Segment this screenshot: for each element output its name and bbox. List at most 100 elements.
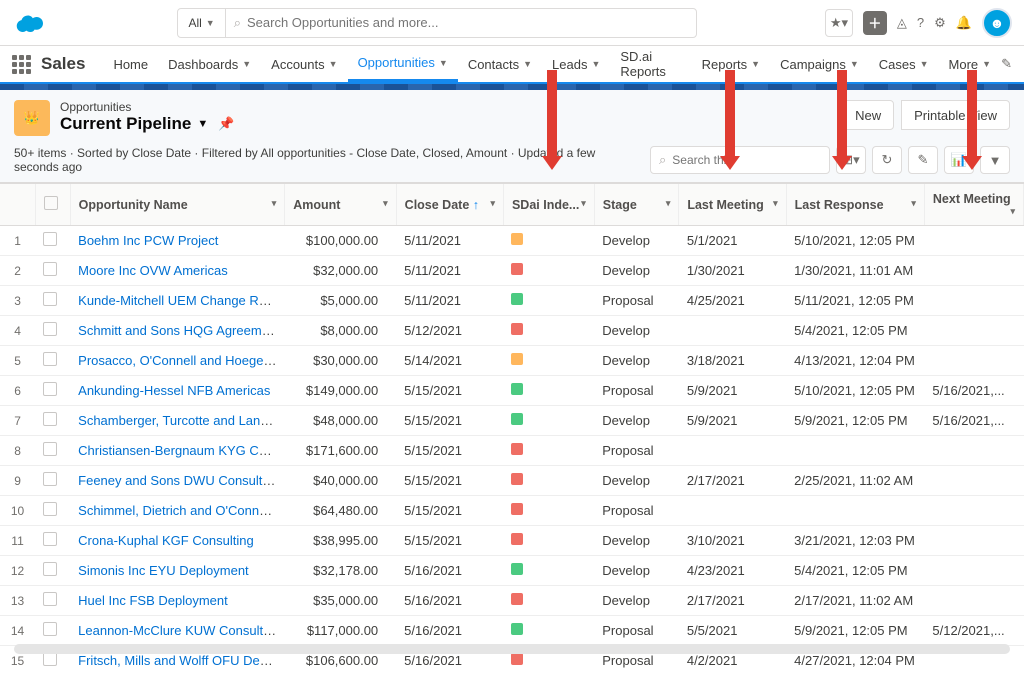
setup-gear-icon[interactable]: ⚙ (934, 15, 946, 31)
guidance-icon[interactable]: ◬ (897, 15, 907, 31)
cell-amount: $30,000.00 (285, 346, 396, 376)
cell-opportunity-name[interactable]: Huel Inc FSB Deployment (70, 586, 285, 616)
cell-opportunity-name[interactable]: Moore Inc OVW Americas (70, 256, 285, 286)
nav-item-more[interactable]: More▼ (939, 46, 1002, 82)
row-number: 7 (0, 406, 35, 436)
cell-last-meeting (679, 436, 786, 466)
row-checkbox[interactable] (35, 586, 70, 616)
inline-edit-icon[interactable]: ✎ (908, 146, 938, 174)
cell-close-date: 5/11/2021 (396, 286, 503, 316)
pin-icon[interactable]: 📌 (218, 116, 234, 132)
cell-opportunity-name[interactable]: Ankunding-Hessel NFB Americas (70, 376, 285, 406)
cell-stage: Develop (594, 226, 679, 256)
cell-opportunity-name[interactable]: Boehm Inc PCW Project (70, 226, 285, 256)
row-checkbox[interactable] (35, 316, 70, 346)
row-checkbox[interactable] (35, 406, 70, 436)
nav-item-dashboards[interactable]: Dashboards▼ (158, 46, 261, 82)
row-checkbox[interactable] (35, 526, 70, 556)
cell-last-response: 3/21/2021, 12:03 PM (786, 526, 924, 556)
user-avatar[interactable]: ☻ (982, 8, 1012, 38)
row-checkbox[interactable] (35, 466, 70, 496)
cell-stage: Develop (594, 556, 679, 586)
global-search[interactable]: All▼ ⌕ (177, 8, 697, 38)
favorites-icon[interactable]: ★▾ (825, 9, 853, 37)
nav-item-leads[interactable]: Leads▼ (542, 46, 610, 82)
col-stage[interactable]: Stage▾ (594, 184, 679, 226)
chevron-down-icon: ▼ (197, 118, 208, 130)
col-sdai-index[interactable]: SDai Inde...▾ (503, 184, 594, 226)
row-checkbox[interactable] (35, 256, 70, 286)
col-last-response[interactable]: Last Response▾ (786, 184, 924, 226)
nav-item-campaigns[interactable]: Campaigns▼ (770, 46, 869, 82)
cell-close-date: 5/15/2021 (396, 466, 503, 496)
list-search-input[interactable] (672, 153, 821, 167)
cell-opportunity-name[interactable]: Feeney and Sons DWU Consulting (70, 466, 285, 496)
nav-item-accounts[interactable]: Accounts▼ (261, 46, 347, 82)
table-row: 3Kunde-Mitchell UEM Change Requ...$5,000… (0, 286, 1024, 316)
nav-item-cases[interactable]: Cases▼ (869, 46, 939, 82)
cell-opportunity-name[interactable]: Simonis Inc EYU Deployment (70, 556, 285, 586)
nav-item-home[interactable]: Home (103, 46, 158, 82)
col-opportunity-name[interactable]: Opportunity Name▾ (70, 184, 285, 226)
row-checkbox[interactable] (35, 436, 70, 466)
cell-last-response: 5/11/2021, 12:05 PM (786, 286, 924, 316)
col-next-meeting[interactable]: Next Meeting▾ (924, 184, 1023, 226)
cell-close-date: 5/14/2021 (396, 346, 503, 376)
nav-item-reports[interactable]: Reports▼ (692, 46, 770, 82)
cell-close-date: 5/11/2021 (396, 226, 503, 256)
cell-opportunity-name[interactable]: Prosacco, O'Connell and Hoeger Z... (70, 346, 285, 376)
list-view-picker[interactable]: Current Pipeline ▼ 📌 (60, 114, 234, 134)
nav-item-sd-ai-reports[interactable]: SD.ai Reports (610, 46, 691, 82)
col-last-meeting[interactable]: Last Meeting▾ (679, 184, 786, 226)
cell-opportunity-name[interactable]: Crona-Kuphal KGF Consulting (70, 526, 285, 556)
nav-item-contacts[interactable]: Contacts▼ (458, 46, 542, 82)
cell-opportunity-name[interactable]: Schimmel, Dietrich and O'Connell ... (70, 496, 285, 526)
cell-stage: Develop (594, 526, 679, 556)
display-as-icon[interactable]: ⊞▾ (836, 146, 866, 174)
row-checkbox[interactable] (35, 616, 70, 646)
help-icon[interactable]: ? (917, 15, 924, 30)
search-scope-picker[interactable]: All▼ (178, 9, 225, 37)
row-checkbox[interactable] (35, 376, 70, 406)
cell-opportunity-name[interactable]: Kunde-Mitchell UEM Change Requ... (70, 286, 285, 316)
cell-last-meeting: 5/9/2021 (679, 376, 786, 406)
global-actions-icon[interactable]: ＋ (863, 11, 887, 35)
chevron-down-icon: ▼ (591, 59, 600, 69)
cell-opportunity-name[interactable]: Christiansen-Bergnaum KYG Chang... (70, 436, 285, 466)
filter-icon[interactable]: ▼ (980, 146, 1010, 174)
col-amount[interactable]: Amount▾ (285, 184, 396, 226)
printable-view-button[interactable]: Printable View (901, 100, 1010, 130)
cell-opportunity-name[interactable]: Schmitt and Sons HQG Agreement (70, 316, 285, 346)
table-row: 2Moore Inc OVW Americas$32,000.005/11/20… (0, 256, 1024, 286)
cell-sdai-indicator (503, 346, 594, 376)
cell-next-meeting (924, 556, 1023, 586)
col-close-date[interactable]: Close Date ↑▾ (396, 184, 503, 226)
cell-next-meeting (924, 526, 1023, 556)
list-view-header: 👑 Opportunities Current Pipeline ▼ 📌 New… (0, 90, 1024, 183)
chart-icon[interactable]: 📊 (944, 146, 974, 174)
salesforce-logo-icon[interactable] (12, 9, 50, 37)
notifications-bell-icon[interactable]: 🔔 (956, 15, 972, 31)
horizontal-scrollbar[interactable] (14, 644, 1010, 654)
new-button[interactable]: New (842, 100, 894, 130)
refresh-icon[interactable]: ↻ (872, 146, 902, 174)
app-launcher-icon[interactable] (12, 55, 31, 74)
row-checkbox[interactable] (35, 226, 70, 256)
cell-amount: $100,000.00 (285, 226, 396, 256)
table-row: 6Ankunding-Hessel NFB Americas$149,000.0… (0, 376, 1024, 406)
col-select-all[interactable] (35, 184, 70, 226)
cell-opportunity-name[interactable]: Leannon-McClure KUW Consulting (70, 616, 285, 646)
cell-next-meeting (924, 466, 1023, 496)
nav-item-opportunities[interactable]: Opportunities▼ (348, 46, 458, 82)
cell-opportunity-name[interactable]: Schamberger, Turcotte and Lang H... (70, 406, 285, 436)
column-header-row: Opportunity Name▾ Amount▾ Close Date ↑▾ … (0, 184, 1024, 226)
cell-amount: $171,600.00 (285, 436, 396, 466)
list-search[interactable]: ⌕ (650, 146, 830, 174)
edit-nav-pencil-icon[interactable]: ✎ (1001, 46, 1012, 82)
row-checkbox[interactable] (35, 346, 70, 376)
row-checkbox[interactable] (35, 556, 70, 586)
row-checkbox[interactable] (35, 286, 70, 316)
global-search-input[interactable] (247, 15, 688, 30)
row-checkbox[interactable] (35, 496, 70, 526)
list-view-table[interactable]: Opportunity Name▾ Amount▾ Close Date ↑▾ … (0, 183, 1024, 673)
